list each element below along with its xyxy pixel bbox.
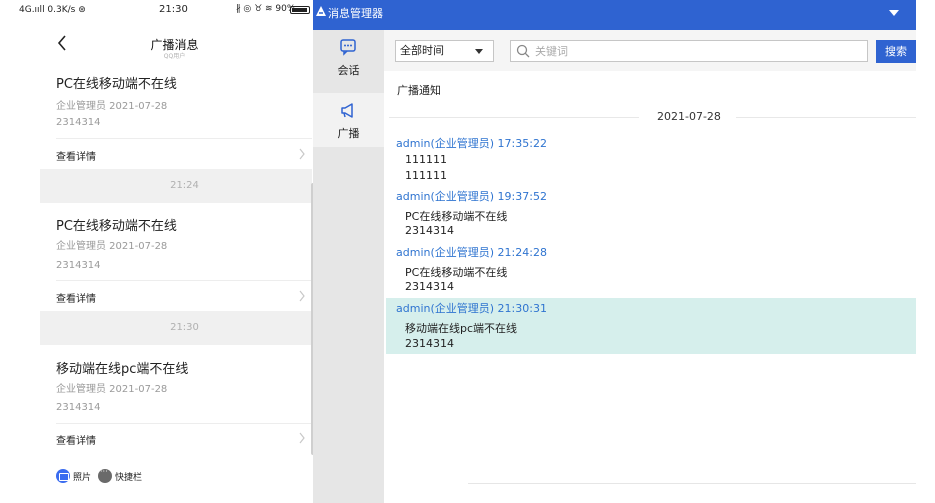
- chevron-down-icon: [475, 49, 483, 54]
- status-icons: ∦ ◎ ♉ ≋ 90%: [236, 4, 296, 14]
- more-icon: [98, 467, 112, 483]
- sidebar-item-conversations[interactable]: 会话: [313, 30, 384, 84]
- window-title: 消息管理器: [328, 7, 383, 20]
- broadcast-meta: 企业管理员 2021-07-28: [56, 101, 168, 112]
- battery-icon: [290, 6, 310, 14]
- divider: [56, 280, 312, 281]
- message-line: PC在线移动端不在线: [405, 266, 508, 279]
- broadcast-meta: 企业管理员 2021-07-28: [56, 384, 168, 395]
- message-line: 2314314: [405, 337, 454, 350]
- message-sender[interactable]: admin(企业管理员) 21:30:31: [396, 300, 547, 316]
- broadcast-message[interactable]: admin(企业管理员) 17:35:22 111111 111111: [386, 133, 916, 185]
- app-logo-icon: [316, 6, 326, 16]
- divider: [56, 423, 312, 424]
- toolbar: 全部时间 搜索: [384, 30, 916, 71]
- search-icon: [516, 44, 530, 58]
- dropdown-triangle-icon[interactable]: [889, 10, 899, 16]
- date-label: 2021-07-28: [657, 110, 721, 123]
- time-filter-select[interactable]: 全部时间: [395, 40, 494, 62]
- divider: [736, 117, 916, 118]
- network-status: 4G.ııll 0.3K/s ⊛: [19, 5, 86, 15]
- status-time: 21:30: [159, 4, 188, 15]
- section-title: 广播通知: [397, 84, 441, 97]
- search-box: [510, 40, 868, 62]
- page-subtitle: QQ用户: [163, 53, 186, 60]
- quick-bar-label: 快捷栏: [115, 472, 143, 483]
- broadcast-body: 2314314: [56, 260, 101, 271]
- sidebar: 会话 广播: [313, 30, 384, 503]
- message-line: PC在线移动端不在线: [405, 210, 508, 223]
- sidebar-item-broadcast[interactable]: 广播: [313, 93, 384, 147]
- quick-bar-button[interactable]: 快捷栏: [98, 467, 142, 485]
- message-line: 111111: [405, 153, 447, 166]
- divider: [389, 117, 639, 118]
- chevron-right-icon: [299, 148, 305, 160]
- broadcast-title: PC在线移动端不在线: [56, 219, 177, 234]
- chat-icon: [340, 39, 356, 56]
- photo-button[interactable]: 照片: [56, 467, 91, 485]
- message-sender[interactable]: admin(企业管理员) 17:35:22: [396, 135, 547, 151]
- message-line: 2314314: [405, 280, 454, 293]
- broadcast-message-selected[interactable]: admin(企业管理员) 21:30:31 移动端在线pc端不在线 231431…: [386, 298, 916, 354]
- photo-icon: [56, 469, 70, 483]
- message-sender[interactable]: admin(企业管理员) 19:37:52: [396, 188, 547, 204]
- title-bar: 消息管理器: [313, 0, 916, 30]
- chevron-right-icon: [299, 432, 305, 444]
- broadcast-message[interactable]: admin(企业管理员) 21:24:28 PC在线移动端不在线 2314314: [386, 242, 916, 296]
- message-line: 111111: [405, 169, 447, 182]
- search-button[interactable]: 搜索: [876, 40, 916, 63]
- divider: [468, 483, 916, 484]
- search-input[interactable]: [535, 43, 855, 59]
- main-panel: 全部时间 搜索 广播通知 2021-07-28 admin(企业管理员) 17:…: [384, 30, 916, 503]
- view-details-link[interactable]: 查看详情: [56, 148, 96, 163]
- broadcast-body: 2314314: [56, 402, 101, 413]
- sidebar-item-label: 广播: [337, 127, 360, 140]
- time-separator: 21:30: [40, 311, 312, 345]
- message-sender[interactable]: admin(企业管理员) 21:24:28: [396, 244, 547, 260]
- broadcast-meta: 企业管理员 2021-07-28: [56, 241, 168, 252]
- time-filter-value: 全部时间: [400, 44, 444, 57]
- broadcast-body: 2314314: [56, 117, 101, 128]
- view-details-link[interactable]: 查看详情: [56, 290, 96, 305]
- broadcast-title: PC在线移动端不在线: [56, 77, 177, 92]
- time-separator: 21:24: [40, 169, 312, 203]
- phone-status-bar: 4G.ııll 0.3K/s ⊛ 21:30 ∦ ◎ ♉ ≋ 90%: [0, 0, 316, 22]
- broadcast-message[interactable]: admin(企业管理员) 19:37:52 PC在线移动端不在线 2314314: [386, 186, 916, 241]
- broadcast-title: 移动端在线pc端不在线: [56, 362, 189, 377]
- date-divider: 2021-07-28: [384, 110, 916, 124]
- message-manager-window: 消息管理器 会话 广播 全部时间 关键词 搜索 广播通知 2021-07-28 …: [313, 0, 935, 503]
- message-line: 移动端在线pc端不在线: [405, 322, 518, 335]
- megaphone-icon: [341, 103, 353, 118]
- divider: [56, 138, 312, 139]
- photo-label: 照片: [73, 472, 92, 483]
- chevron-right-icon: [299, 290, 305, 302]
- message-line: 2314314: [405, 224, 454, 237]
- quick-action-bar: 照片 快捷栏: [40, 460, 312, 492]
- phone-screen: 4G.ııll 0.3K/s ⊛ 21:30 ∦ ◎ ♉ ≋ 90% 广播消息 …: [0, 0, 316, 503]
- view-details-link[interactable]: 查看详情: [56, 432, 96, 447]
- phone-nav-bar: 广播消息 QQ用户: [0, 22, 316, 62]
- sidebar-item-label: 会话: [337, 64, 360, 77]
